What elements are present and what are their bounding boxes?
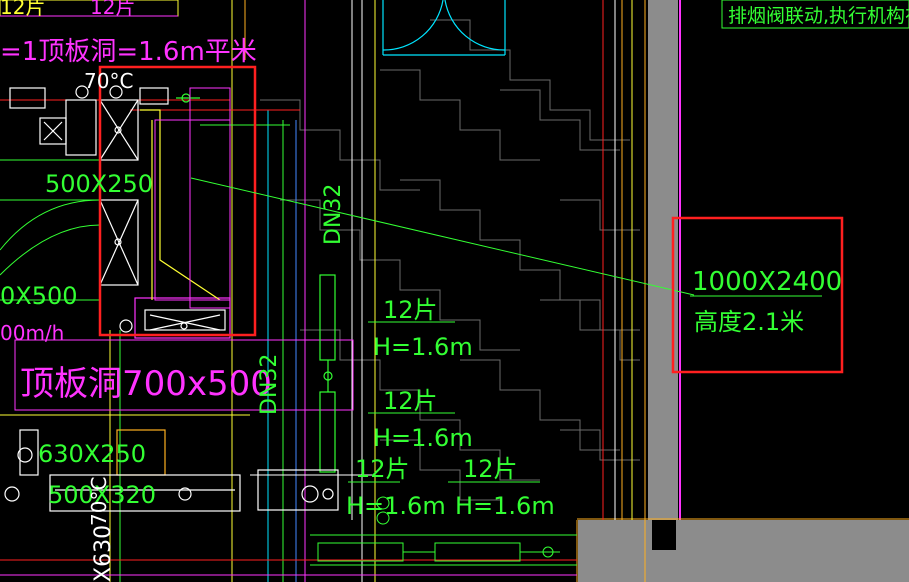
duct-x500-partial-label: 0X500: [0, 282, 78, 310]
roof-hole-top-label: =1顶板洞=1.6m平米: [0, 37, 257, 67]
radiator-2-count: 12片: [383, 387, 438, 415]
top-left-partial-label: 12片: [0, 0, 45, 19]
duct-630x250-label: 630X250: [38, 440, 146, 468]
top-left-partial-label-2: 12片: [90, 0, 135, 19]
duct-500x250-label: 500X250: [45, 170, 153, 198]
opening-size-label: 1000X2400: [692, 267, 842, 297]
cad-drawing-canvas: 12片 12片 =1顶板洞=1.6m平米 70°C 500X250 0X500 …: [0, 0, 909, 582]
roof-hole-bottom-label: 顶板洞700x500: [20, 364, 272, 404]
wall-inner-dark: [652, 520, 676, 550]
temp-70c-top-label: 70°C: [84, 69, 133, 93]
radiator-1-count: 12片: [383, 296, 438, 324]
temp-70c-bottom-label: 70°C: [87, 477, 111, 526]
radiator-1-height: H=1.6m: [373, 333, 473, 361]
opening-height-label: 高度2.1米: [694, 308, 804, 336]
dn32-lower-label: DN32: [257, 354, 282, 415]
top-right-note-label: 排烟阀联动,执行机构在: [728, 5, 909, 27]
dn32-center-label: DN32: [321, 184, 346, 245]
flow-partial-label: 00m/h: [0, 321, 64, 345]
radiator-4-count: 12片: [463, 455, 518, 483]
radiator-3-height: H=1.6m: [346, 492, 446, 520]
bottom-wall: [578, 520, 909, 582]
radiator-4-height: H=1.6m: [455, 492, 555, 520]
duct-630-vertical-label: X630: [91, 525, 116, 582]
radiator-3-count: 12片: [355, 455, 410, 483]
radiator-2-height: H=1.6m: [373, 424, 473, 452]
